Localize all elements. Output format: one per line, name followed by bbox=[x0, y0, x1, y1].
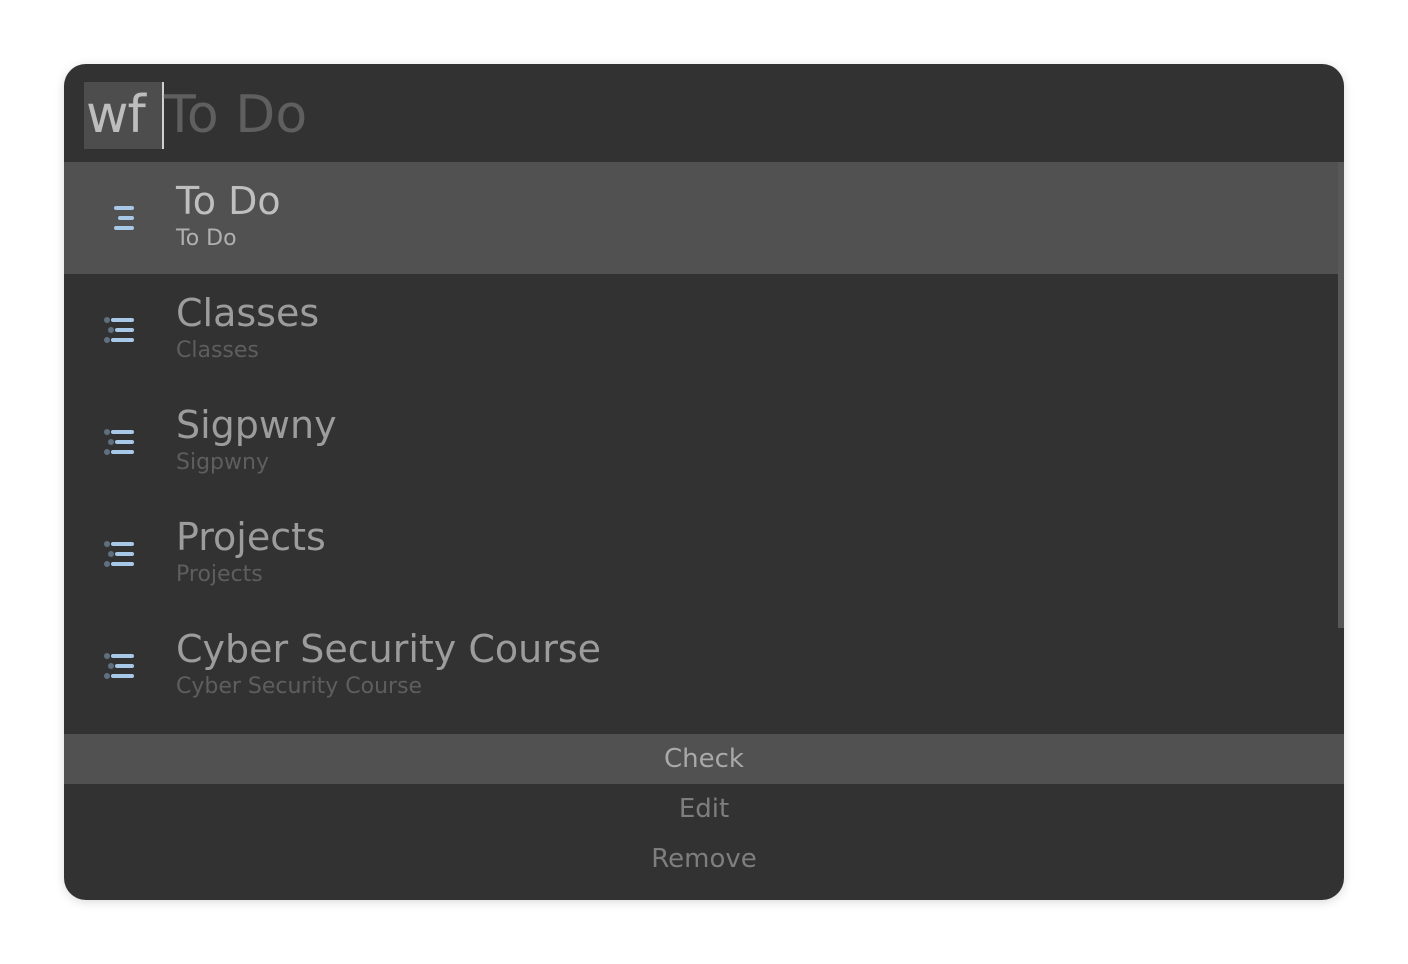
result-title: To Do bbox=[176, 179, 281, 223]
result-item[interactable]: To Do To Do bbox=[64, 162, 1338, 274]
results-list: To Do To Do Classes Classes Sigpwny Sigp… bbox=[64, 162, 1344, 722]
result-subtitle: Cyber Security Course bbox=[176, 674, 423, 699]
search-query-keyword[interactable]: wf bbox=[84, 82, 162, 149]
result-item[interactable]: Cyber Security Course Cyber Security Cou… bbox=[64, 610, 1338, 722]
list-indent-icon bbox=[114, 206, 134, 230]
results-scrollbar[interactable] bbox=[1338, 162, 1344, 722]
result-title: Cyber Security Course bbox=[176, 627, 602, 671]
result-subtitle: To Do bbox=[176, 226, 237, 251]
result-item[interactable]: Classes Classes bbox=[64, 274, 1338, 386]
action-edit[interactable]: Edit bbox=[64, 784, 1344, 834]
result-subtitle: Projects bbox=[176, 562, 263, 587]
scrollbar-thumb[interactable] bbox=[1338, 162, 1344, 628]
result-subtitle: Classes bbox=[176, 338, 259, 363]
list-indent-icon bbox=[104, 541, 134, 567]
action-remove[interactable]: Remove bbox=[64, 834, 1344, 884]
action-check[interactable]: Check bbox=[64, 734, 1344, 784]
search-completion-hint: To Do bbox=[164, 85, 308, 145]
list-indent-icon bbox=[104, 429, 134, 455]
list-indent-icon bbox=[104, 317, 134, 343]
result-subtitle: Sigpwny bbox=[176, 450, 269, 475]
result-item[interactable]: Sigpwny Sigpwny bbox=[64, 386, 1338, 498]
result-title: Sigpwny bbox=[176, 403, 337, 447]
launcher-window: wf To Do To Do To Do Classes Classes Sig… bbox=[64, 64, 1344, 900]
result-title: Classes bbox=[176, 291, 320, 335]
result-item[interactable]: Projects Projects bbox=[64, 498, 1338, 610]
actions-list: Check Edit Remove bbox=[64, 734, 1344, 884]
list-indent-icon bbox=[104, 653, 134, 679]
result-title: Projects bbox=[176, 515, 326, 559]
search-bar[interactable]: wf To Do bbox=[64, 64, 1344, 162]
